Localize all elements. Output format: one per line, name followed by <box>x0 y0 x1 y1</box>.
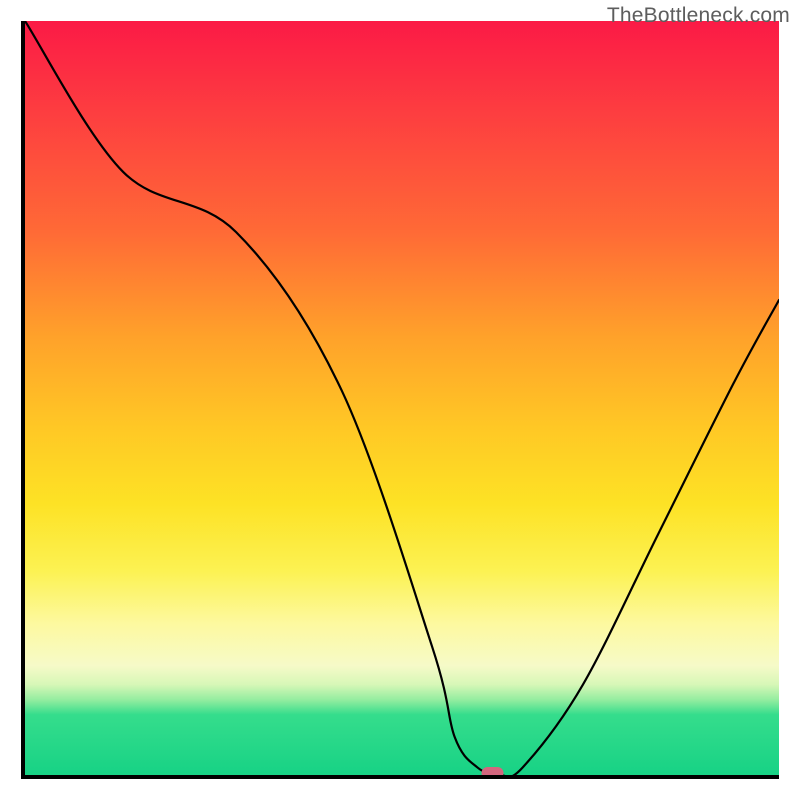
plot-area <box>21 21 779 779</box>
chart-container: TheBottleneck.com <box>0 0 800 800</box>
optimal-marker <box>482 767 504 775</box>
watermark-text: TheBottleneck.com <box>607 4 790 28</box>
bottleneck-curve <box>25 21 779 775</box>
